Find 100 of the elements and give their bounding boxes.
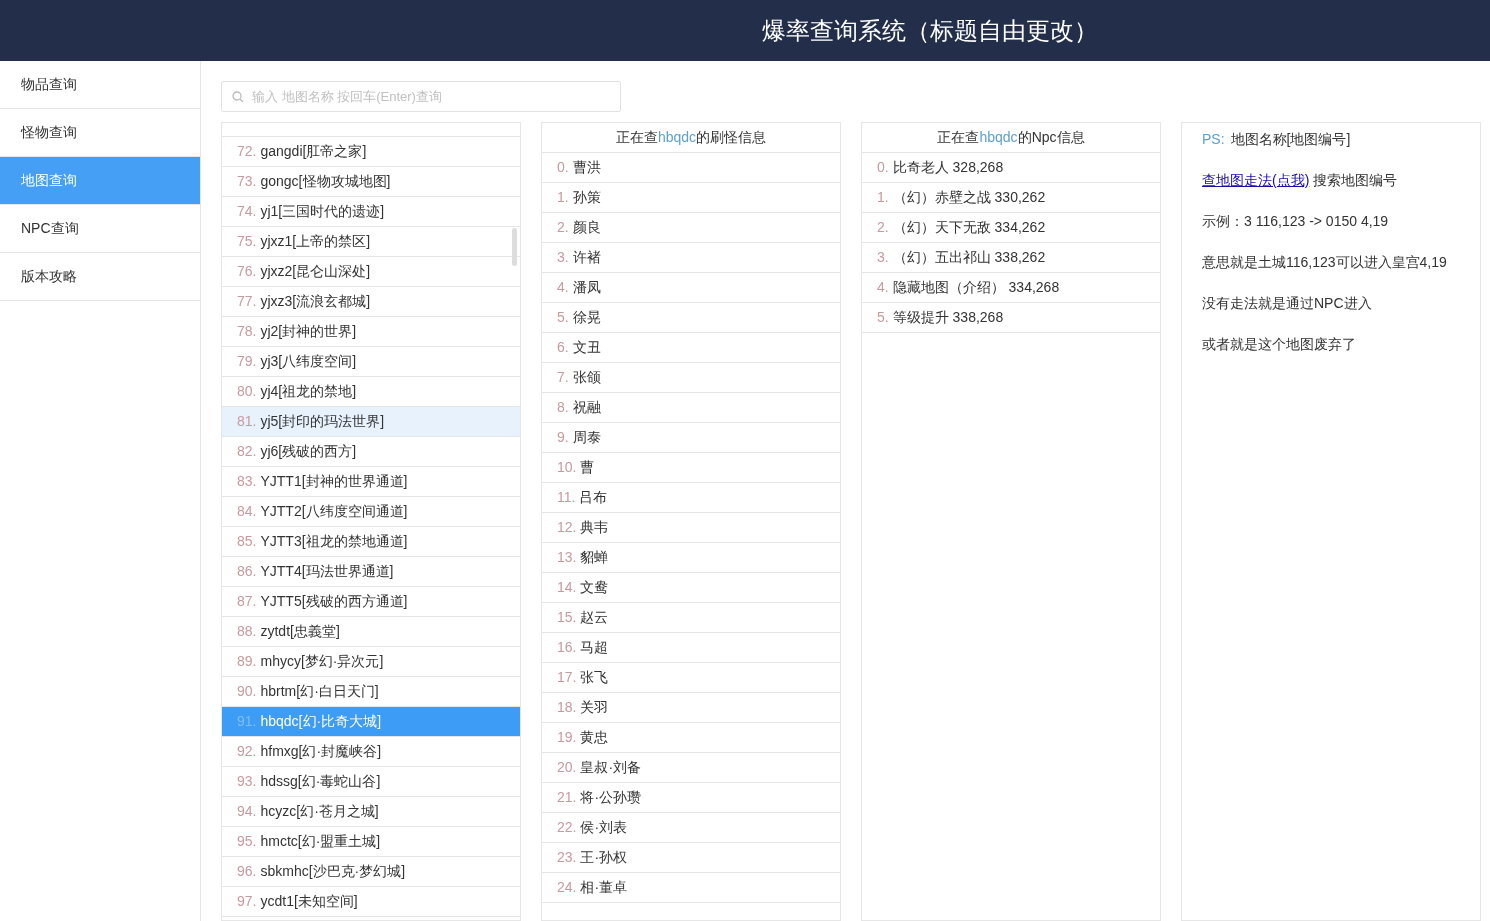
item-index: 86. [237,562,257,581]
item-index: 4. [877,278,889,297]
item-name: 比奇老人 328,268 [892,158,1004,177]
item-index: 96. [237,862,257,881]
search-icon [232,91,244,103]
item-index: 72. [237,142,257,161]
item-index: 23. [557,848,577,867]
item-name: （幻）五出祁山 338,262 [892,248,1046,267]
item-index: 77. [237,292,257,311]
map-route-link[interactable]: 查地图走法(点我) [1202,170,1310,191]
item-index: 95. [237,832,257,851]
item-name: 曹洪 [572,158,601,177]
list-item[interactable]: 81. yj5[封印的玛法世界] [222,407,520,437]
item-index: 93. [237,772,257,791]
item-name: yj3[八纬度空间] [260,352,357,371]
item-name: 张飞 [580,668,609,687]
item-index: 3. [557,248,569,267]
item-index: 12. [557,518,577,537]
item-name: 等级提升 338,268 [892,308,1004,327]
item-index: 94. [237,802,257,821]
item-index: 81. [237,412,257,431]
item-index: 79. [237,352,257,371]
item-name: 黄忠 [580,728,609,747]
item-name: 将·公孙瓒 [580,788,642,807]
item-index: 24. [557,878,577,897]
item-index: 89. [237,652,257,671]
item-index: 92. [237,742,257,761]
item-index: 78. [237,322,257,341]
item-index: 3. [877,248,889,267]
item-name: yj4[祖龙的禁地] [260,382,357,401]
item-name: 孙策 [572,188,601,207]
item-name: YJTT4[玛法世界通道] [260,562,394,581]
item-name: 马超 [580,638,609,657]
note-text: 示例：3 116,123 -> 0150 4,19 [1202,212,1390,231]
item-index: 5. [557,308,569,327]
item-index: 1. [557,188,569,207]
item-name: gangdi[肛帝之家] [260,142,367,161]
item-name: 曹 [580,458,595,477]
item-index: 90. [237,682,257,701]
item-index: 2. [877,218,889,237]
item-index: 80. [237,382,257,401]
item-index: 11. [557,488,576,507]
item-name: ycdt1[未知空间] [260,892,358,911]
item-name: yj6[残破的西方] [260,442,357,461]
item-index: 88. [237,622,257,641]
sidebar-item[interactable]: NPC查询 [0,205,200,253]
item-name: 赵云 [580,608,609,627]
item-name: 貂蝉 [580,548,609,567]
item-name: 文鸯 [580,578,609,597]
item-index: 13. [557,548,577,567]
item-index: 0. [877,158,889,177]
item-name: 祝融 [572,398,601,417]
note-text: 没有走法就是通过NPC进入 [1202,294,1373,313]
item-index: 82. [237,442,257,461]
sidebar-item[interactable]: 物品查询 [0,61,200,109]
item-name: yjxz1[上帝的禁区] [260,232,371,251]
item-name: YJTT3[祖龙的禁地通道] [260,532,408,551]
item-name: yj2[封神的世界] [260,322,357,341]
item-index: 84. [237,502,257,521]
item-name: YJTT2[八纬度空间通道] [260,502,408,521]
item-name: mhycy[梦幻·异次元] [260,652,384,671]
item-index: 75. [237,232,257,251]
item-index: 5. [877,308,889,327]
item-name: hbqdc[幻·比奇大城] [260,712,382,731]
item-name: yj5[封印的玛法世界] [260,412,385,431]
item-name: hfmxg[幻·封魔峡谷] [260,742,382,761]
note-text: 意思就是土城116,123可以进入皇宫4,19 [1202,253,1448,272]
item-index: 22. [557,818,577,837]
note-text: 搜索地图编号 [1313,171,1398,190]
item-name: （幻）赤壁之战 330,262 [892,188,1046,207]
item-name: YJTT1[封神的世界通道] [260,472,408,491]
item-index: 74. [237,202,257,221]
sidebar-item[interactable]: 版本攻略 [0,253,200,301]
note-text: 地图名称[地图编号] [1230,130,1351,149]
page-title: 爆率查询系统（标题自由更改） [762,15,1098,46]
item-name: yjxz3[流浪玄都城] [260,292,371,311]
ps-label: PS: [1202,130,1225,149]
item-name: YJTT5[残破的西方通道] [260,592,408,611]
item-index: 21. [557,788,577,807]
item-name: 王·孙权 [580,848,628,867]
item-name: hbrtm[幻·白日天门] [260,682,379,701]
item-index: 73. [237,172,257,191]
item-name: 吕布 [579,488,608,507]
item-index: 7. [557,368,569,387]
item-name: sbkmhc[沙巴克·梦幻城] [260,862,406,881]
scrollbar-thumb[interactable] [512,228,517,266]
item-index: 8. [557,398,569,417]
item-index: 10. [557,458,577,477]
item-name: hdssg[幻·毒蛇山谷] [260,772,381,791]
item-index: 87. [237,592,257,611]
item-name: 隐藏地图（介绍） 334,268 [892,278,1060,297]
item-name: 典韦 [580,518,609,537]
item-name: 徐晃 [572,308,601,327]
item-name: gongc[怪物攻城地图] [260,172,391,191]
search-field[interactable]: 输入 地图名称 按回车(Enter)查询 [221,81,621,112]
item-name: zytdt[忠義堂] [260,622,340,641]
item-name: hcyzc[幻·苍月之城] [260,802,379,821]
item-index: 0. [557,158,569,177]
item-index: 85. [237,532,257,551]
item-index: 91. [237,712,257,731]
